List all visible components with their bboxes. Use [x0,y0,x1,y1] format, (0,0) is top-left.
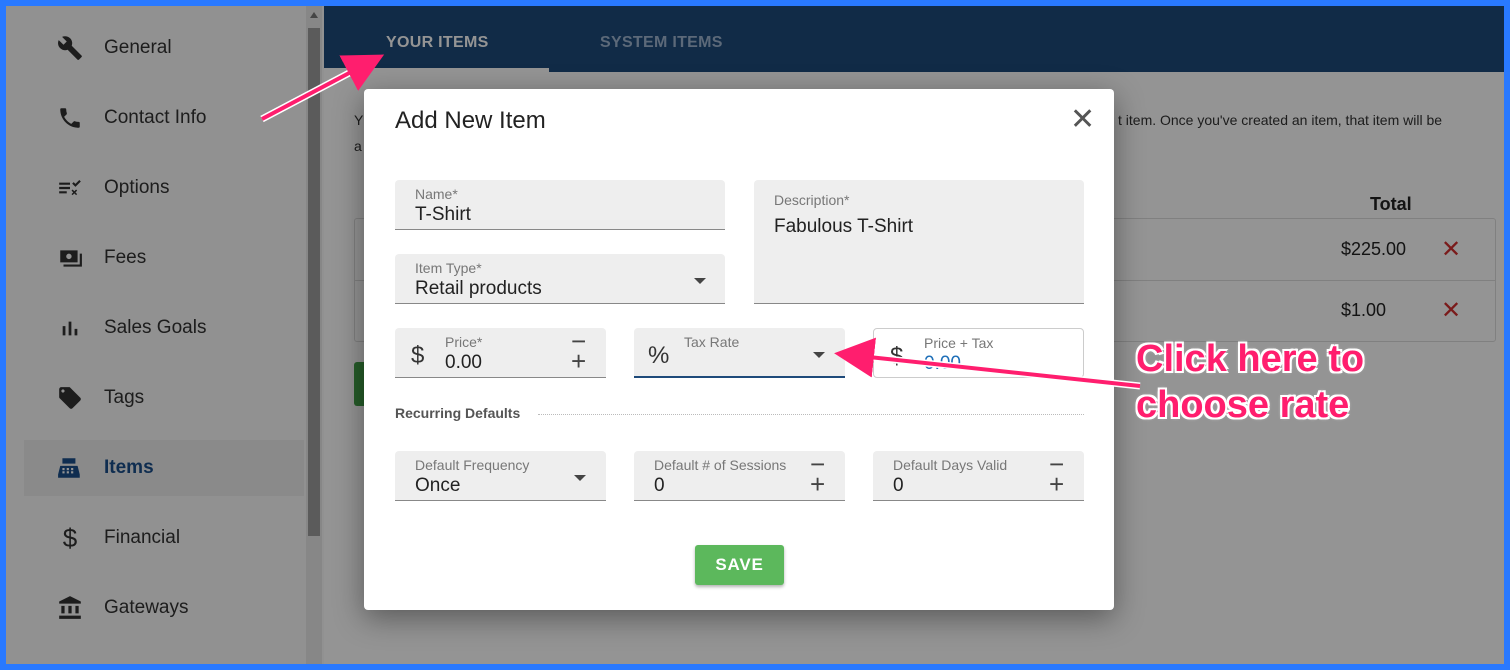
default-days-valid-stepper[interactable]: Default Days Valid 0 − + [873,451,1084,501]
default-days-valid-value: 0 [893,475,904,496]
default-frequency-select[interactable]: Default Frequency Once [395,451,606,501]
plus-icon[interactable]: + [810,471,825,497]
default-sessions-label: Default # of Sessions [654,457,787,473]
callout-line-1: Click here to [1136,338,1365,380]
tax-rate-select[interactable]: % Tax Rate [634,328,845,378]
dollar-icon: $ [890,343,904,370]
description-label: Description* [774,192,850,208]
app-frame: General Contact Info Options Fees Sales … [6,6,1504,664]
close-icon[interactable]: ✕ [1070,105,1095,135]
item-type-label: Item Type* [415,260,482,276]
name-field[interactable]: Name* T-Shirt [395,180,725,230]
chevron-down-icon [813,352,825,358]
add-item-dialog: Add New Item ✕ Name* T-Shirt Description… [364,89,1114,610]
plus-icon[interactable]: + [1049,471,1064,497]
description-value: Fabulous T-Shirt [774,216,914,237]
price-value: 0.00 [445,352,482,373]
section-divider [538,414,1084,415]
percent-icon: % [648,342,670,369]
annotation-callout: Click here to choose rate [1136,336,1364,428]
price-plus-tax-field[interactable]: $ Price + Tax 0.00 [873,328,1084,378]
save-button[interactable]: SAVE [695,545,784,585]
recurring-defaults-heading: Recurring Defaults [395,405,521,421]
chevron-down-icon [574,475,586,481]
price-plus-tax-value: 0.00 [924,353,961,374]
price-plus-tax-label: Price + Tax [924,335,994,351]
price-field[interactable]: $ Price* 0.00 − + [395,328,606,378]
plus-icon[interactable]: + [571,348,586,374]
dialog-title: Add New Item [395,107,546,134]
default-frequency-label: Default Frequency [415,457,530,473]
name-value: T-Shirt [415,204,471,225]
default-sessions-stepper[interactable]: Default # of Sessions 0 − + [634,451,845,501]
default-frequency-value: Once [415,475,461,496]
default-sessions-value: 0 [654,475,665,496]
callout-line-2: choose rate [1136,384,1350,426]
tax-rate-label: Tax Rate [684,334,740,350]
default-days-valid-label: Default Days Valid [893,457,1008,473]
name-label: Name* [415,186,458,202]
item-type-select[interactable]: Item Type* Retail products [395,254,725,304]
chevron-down-icon [694,278,706,284]
description-field[interactable]: Description* Fabulous T-Shirt [754,180,1084,304]
item-type-value: Retail products [415,278,542,299]
dollar-icon: $ [411,342,425,369]
price-label: Price* [445,334,483,350]
